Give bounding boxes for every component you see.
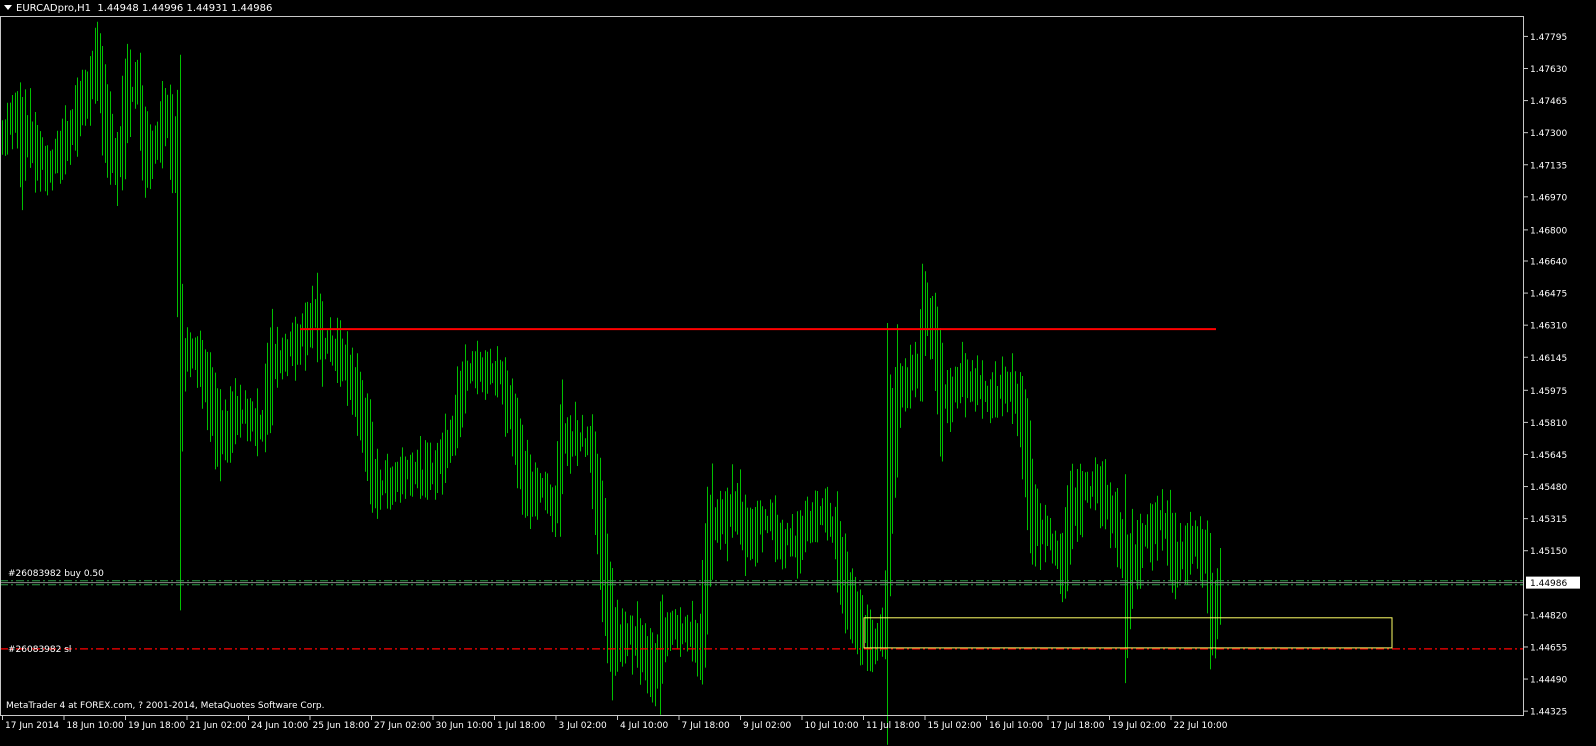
price-bars [2,21,1221,745]
x-tick-label: 4 Jul 10:00 [620,721,669,731]
x-tick-label: 3 Jul 02:00 [559,721,608,731]
ohlc-values: 1.44948 1.44996 1.44931 1.44986 [97,3,273,14]
x-tick-label: 1 Jul 18:00 [497,721,546,731]
x-tick-label: 9 Jul 02:00 [743,721,792,731]
current-price-label: 1.44986 [1530,579,1567,589]
y-tick-label: 1.45150 [1530,547,1567,557]
chart-frame [0,16,1524,716]
x-tick-label: 15 Jul 02:00 [928,721,982,731]
x-tick-label: 7 Jul 18:00 [682,721,731,731]
x-tick-label: 16 Jul 10:00 [989,721,1043,731]
x-tick-label: 27 Jun 02:00 [374,721,431,731]
y-tick-label: 1.47465 [1530,97,1567,107]
symbol-timeframe: EURCADpro,H1 [16,3,92,14]
copyright-text: MetaTrader 4 at FOREX.com, ? 2001-2014, … [6,701,325,711]
y-tick-label: 1.47795 [1530,33,1567,43]
x-tick-label: 10 Jul 10:00 [805,721,859,731]
time-axis: 17 Jun 2014 18 Jun 10:00 19 Jun 18:00 21 Ju… [2,716,1228,731]
y-tick-label: 1.46145 [1530,354,1567,364]
chart-menu-chevron-down-icon[interactable] [4,5,12,10]
chart-header: EURCADpro,H1 1.44948 1.44996 1.44931 1.4… [4,3,272,14]
x-tick-label: 19 Jun 18:00 [128,721,185,731]
price-axis: 1.47795 1.47630 1.47465 1.47300 1.47135 1.469… [1524,33,1580,718]
order-buy-label[interactable]: #26083982 buy 0.50 [8,569,104,579]
y-tick-label: 1.47135 [1530,161,1567,171]
y-tick-label: 1.44325 [1530,708,1567,718]
x-tick-label: 19 Jul 02:00 [1112,721,1166,731]
order-sl-label[interactable]: #26083982 sl [8,645,71,655]
x-tick-label: 17 Jul 18:00 [1051,721,1105,731]
y-tick-label: 1.45810 [1530,419,1567,429]
x-tick-label: 18 Jun 10:00 [67,721,124,731]
x-tick-label: 21 Jun 02:00 [190,721,247,731]
y-tick-label: 1.47300 [1530,129,1567,139]
y-tick-label: 1.45975 [1530,387,1567,397]
y-tick-label: 1.46800 [1530,226,1567,236]
price-chart[interactable]: 1.47795 1.47630 1.47465 1.47300 1.47135 1.469… [0,0,1596,746]
y-tick-label: 1.46310 [1530,322,1567,332]
x-tick-label: 17 Jun 2014 [5,721,59,731]
y-tick-label: 1.44655 [1530,643,1567,653]
x-tick-label: 25 Jun 18:00 [313,721,370,731]
x-tick-label: 22 Jul 10:00 [1174,721,1228,731]
y-tick-label: 1.44820 [1530,611,1567,621]
y-tick-label: 1.46475 [1530,290,1567,300]
y-tick-label: 1.44490 [1530,676,1567,686]
y-tick-label: 1.46970 [1530,193,1567,203]
y-tick-label: 1.47630 [1530,65,1567,75]
x-tick-label: 11 Jul 18:00 [866,721,920,731]
x-tick-label: 24 Jun 10:00 [251,721,308,731]
y-tick-label: 1.45645 [1530,451,1567,461]
x-tick-label: 30 Jun 10:00 [436,721,493,731]
y-tick-label: 1.45315 [1530,515,1567,525]
y-tick-label: 1.46640 [1530,258,1567,268]
y-tick-label: 1.45480 [1530,483,1567,493]
